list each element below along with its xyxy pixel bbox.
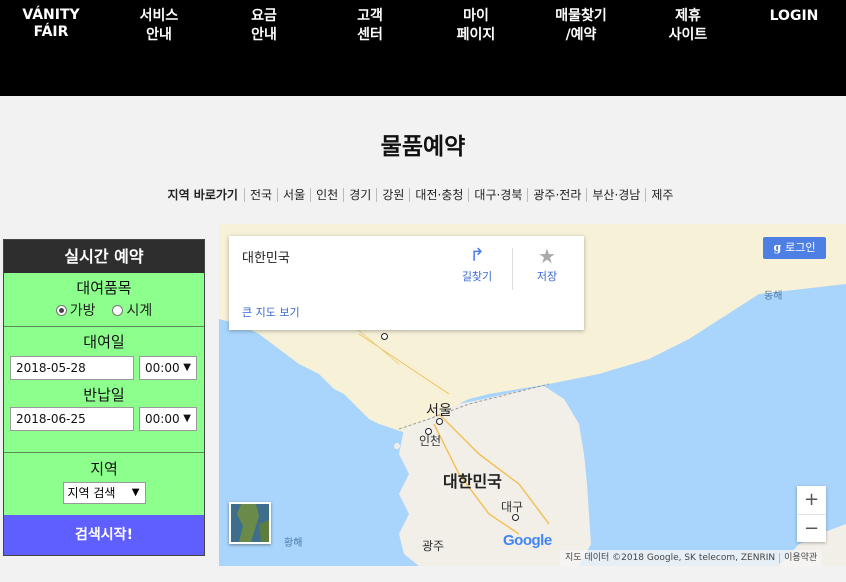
nav-item-pricing[interactable]: 요금 안내 bbox=[240, 7, 288, 45]
nav-item-customer-center[interactable]: 고객 센터 bbox=[346, 7, 394, 45]
nav-label: /예약 bbox=[565, 27, 597, 43]
nav-label: 요금 bbox=[251, 8, 277, 24]
rent-time-select[interactable]: 00:00 ▼ bbox=[139, 356, 197, 380]
google-g-icon: g bbox=[773, 241, 782, 254]
date-section: 대여일 2018-05-28 00:00 ▼ 반납일 2018-06-25 00:… bbox=[4, 327, 204, 453]
region-link-gangwon[interactable]: 강원 bbox=[376, 188, 410, 202]
page-title: 물품예약 bbox=[380, 134, 466, 160]
save-label: 저장 bbox=[536, 270, 558, 283]
return-date-label: 반납일 bbox=[83, 386, 125, 404]
region-link-jeju[interactable]: 제주 bbox=[645, 188, 679, 202]
google-logo-text: Google bbox=[503, 532, 552, 549]
region-shortcut-bar: 지역 바로가기 전국 서울 인천 경기 강원 대전·충청 대구·경북 광주·전라 부산·경남 제주 bbox=[0, 186, 846, 203]
nav-label: 사이트 bbox=[668, 27, 708, 43]
map-label-gwangju: 광주 bbox=[422, 539, 445, 553]
return-date-input[interactable]: 2018-06-25 bbox=[10, 407, 134, 431]
zoom-in-button[interactable]: + bbox=[797, 486, 826, 514]
panel-title: 실시간 예약 bbox=[4, 240, 204, 273]
region-link-gwangju-jeolla[interactable]: 광주·전라 bbox=[527, 188, 587, 202]
nav-item-login[interactable]: LOGIN bbox=[764, 7, 824, 26]
nav-label: 안내 bbox=[251, 27, 277, 43]
region-select[interactable]: 지역 검색 ▼ bbox=[62, 482, 146, 504]
google-login-label: 로그인 bbox=[785, 241, 816, 254]
rent-date-input[interactable]: 2018-05-28 bbox=[10, 356, 134, 380]
directions-icon: ↱ bbox=[469, 245, 485, 266]
rent-time-value: 00:00 bbox=[145, 361, 180, 375]
view-larger-map-link[interactable]: 큰 지도 보기 bbox=[242, 304, 300, 320]
nav-item-partner-sites[interactable]: 제휴 사이트 bbox=[660, 7, 716, 45]
nav-label: 제휴 bbox=[675, 8, 701, 24]
logo-line-1: VÁNITY bbox=[22, 7, 80, 23]
nav-label: 센터 bbox=[357, 27, 383, 43]
satellite-view-toggle[interactable] bbox=[229, 502, 271, 544]
city-marker-pyongyang bbox=[381, 333, 388, 340]
site-logo[interactable]: VÁNITY FÁIR bbox=[8, 7, 94, 41]
map-info-card: 대한민국 ↱ 길찾기 ★ 저장 큰 지도 보기 bbox=[229, 236, 584, 330]
region-link-nationwide[interactable]: 전국 bbox=[243, 188, 278, 202]
map-label-incheon: 인천 bbox=[419, 434, 442, 448]
map-label-seoul: 서울 bbox=[426, 403, 452, 419]
region-link-daejeon-chungcheong[interactable]: 대전·충청 bbox=[409, 188, 469, 202]
region-link-seoul[interactable]: 서울 bbox=[277, 188, 311, 202]
directions-label: 길찾기 bbox=[461, 270, 493, 283]
star-icon: ★ bbox=[538, 244, 556, 268]
region-link-daegu-gyeongbuk[interactable]: 대구·경북 bbox=[468, 188, 528, 202]
top-navigation: VÁNITY FÁIR 서비스 안내 요금 안내 고객 센터 마이 페이지 매물… bbox=[0, 0, 846, 96]
zoom-out-button[interactable]: − bbox=[797, 515, 826, 543]
region-section: 지역 지역 검색 ▼ bbox=[4, 453, 204, 513]
zoom-control: + − bbox=[797, 486, 826, 542]
reservation-panel: 실시간 예약 대여품목 가방 시계 대여일 2018-05-28 00:00 ▼ … bbox=[3, 239, 205, 556]
chevron-down-icon: ▼ bbox=[183, 362, 191, 373]
city-marker-daegu bbox=[512, 514, 519, 521]
nav-item-search-reserve[interactable]: 매물찾기 /예약 bbox=[548, 7, 614, 45]
nav-label: 서비스 bbox=[139, 8, 179, 24]
region-link-incheon[interactable]: 인천 bbox=[310, 188, 344, 202]
logo-line-2: FÁIR bbox=[33, 24, 69, 40]
chevron-down-icon: ▼ bbox=[131, 487, 140, 498]
return-time-select[interactable]: 00:00 ▼ bbox=[139, 407, 197, 431]
directions-button[interactable]: ↱ 길찾기 bbox=[447, 244, 507, 284]
chevron-down-icon: ▼ bbox=[183, 413, 191, 424]
search-start-button[interactable]: 검색시작! bbox=[4, 515, 204, 555]
radio-watch[interactable] bbox=[112, 305, 124, 316]
save-button[interactable]: ★ 저장 bbox=[517, 244, 577, 284]
info-card-place: 대한민국 bbox=[242, 251, 290, 266]
map-label-yellow-sea: 황해 bbox=[284, 538, 303, 549]
terms-link[interactable]: 이용약관 bbox=[779, 553, 818, 563]
radio-watch-label[interactable]: 시계 bbox=[126, 303, 152, 319]
rent-date-label: 대여일 bbox=[83, 333, 125, 351]
attribution-text: 지도 데이터 ©2018 Google, SK telecom, ZENRIN bbox=[565, 553, 776, 563]
return-row: 2018-06-25 00:00 ▼ bbox=[4, 407, 204, 431]
nav-item-mypage[interactable]: 마이 페이지 bbox=[448, 7, 504, 45]
map-label-east-sea: 동해 bbox=[764, 291, 783, 302]
map-label-korea: 대한민국 bbox=[443, 472, 502, 491]
google-logo: Google bbox=[503, 532, 552, 549]
nav-label: 고객 bbox=[357, 8, 383, 24]
item-section: 대여품목 가방 시계 bbox=[4, 273, 204, 327]
rent-row: 2018-05-28 00:00 ▼ bbox=[4, 356, 204, 380]
nav-label: 마이 bbox=[463, 8, 489, 24]
radio-bag-label[interactable]: 가방 bbox=[70, 303, 96, 319]
item-radio-group: 가방 시계 bbox=[4, 300, 204, 320]
region-label: 지역 bbox=[90, 460, 118, 478]
region-link-gyeonggi[interactable]: 경기 bbox=[343, 188, 377, 202]
nav-item-service-info[interactable]: 서비스 안내 bbox=[131, 7, 187, 45]
card-divider bbox=[512, 248, 513, 290]
map-label-daegu: 대구 bbox=[501, 500, 524, 514]
map-attribution: 지도 데이터 ©2018 Google, SK telecom, ZENRIN 이… bbox=[560, 550, 823, 566]
nav-label: 안내 bbox=[146, 27, 172, 43]
region-shortcut-label: 지역 바로가기 bbox=[167, 188, 238, 202]
radio-bag[interactable] bbox=[55, 305, 67, 316]
satellite-thumbnail-icon bbox=[231, 504, 269, 542]
nav-label: LOGIN bbox=[769, 8, 819, 24]
region-link-busan-gyeongnam[interactable]: 부산·경남 bbox=[586, 188, 646, 202]
nav-label: 매물찾기 bbox=[555, 8, 607, 24]
google-login-button[interactable]: g 로그인 bbox=[763, 237, 826, 259]
item-label: 대여품목 bbox=[76, 279, 132, 297]
region-select-value: 지역 검색 bbox=[67, 486, 116, 500]
return-time-value: 00:00 bbox=[145, 412, 180, 426]
nav-label: 페이지 bbox=[456, 27, 496, 43]
